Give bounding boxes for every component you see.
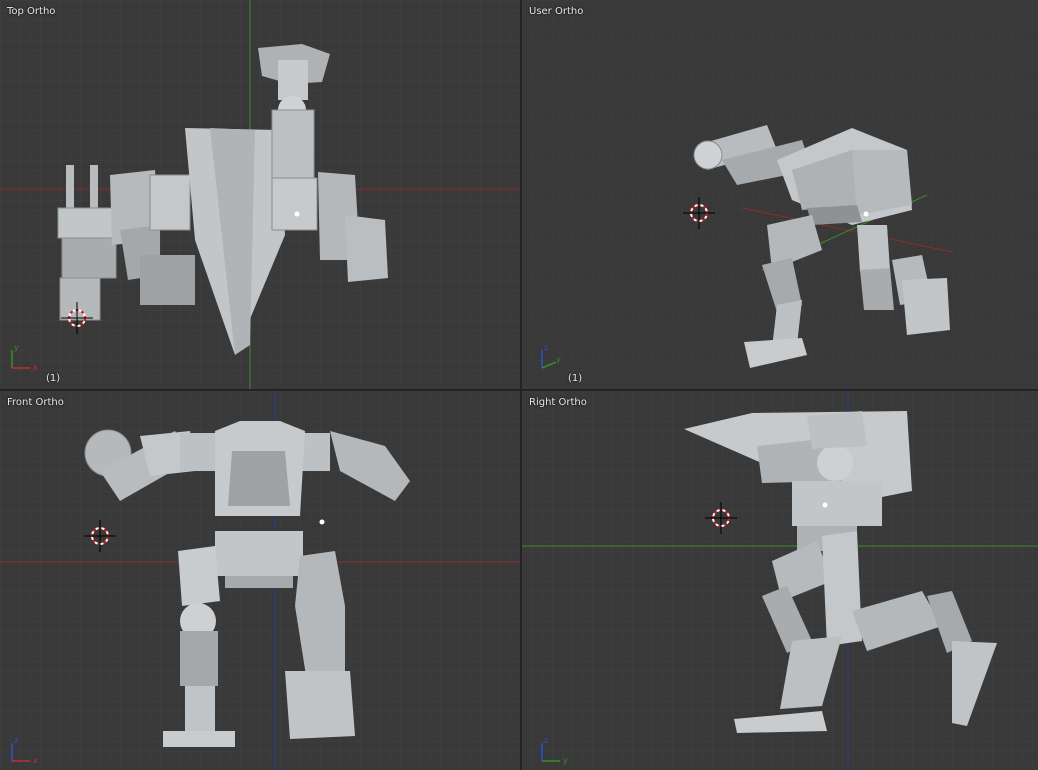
object-origin bbox=[822, 502, 828, 508]
viewport-top-ortho[interactable]: y x Top Ortho (1) bbox=[0, 0, 520, 389]
quad-viewport: y x Top Ortho (1) z y User Ortho (1) z x… bbox=[0, 0, 1038, 770]
object-origin bbox=[863, 211, 869, 217]
svg-text:z: z bbox=[14, 736, 18, 745]
viewport-front-ortho[interactable]: z x Front Ortho bbox=[0, 391, 520, 770]
viewport-user-ortho[interactable]: z y User Ortho (1) bbox=[522, 0, 1038, 389]
frame-number: (1) bbox=[568, 373, 583, 384]
svg-text:z: z bbox=[544, 343, 548, 352]
viewport-label: Right Ortho bbox=[529, 397, 587, 408]
svg-text:y: y bbox=[563, 756, 568, 765]
svg-text:x: x bbox=[33, 756, 38, 765]
front-ortho-scene: z x bbox=[0, 391, 520, 770]
svg-text:y: y bbox=[556, 355, 561, 364]
top-ortho-scene: y x bbox=[0, 0, 520, 389]
right-ortho-scene: z y bbox=[522, 391, 1038, 770]
viewport-label: Top Ortho bbox=[7, 6, 56, 17]
viewport-divider-horizontal[interactable] bbox=[0, 389, 1038, 391]
svg-text:z: z bbox=[544, 736, 548, 745]
frame-number: (1) bbox=[46, 373, 61, 384]
user-ortho-scene: z y bbox=[522, 0, 1038, 389]
viewport-right-ortho[interactable]: z y Right Ortho bbox=[522, 391, 1038, 770]
svg-text:y: y bbox=[14, 343, 19, 352]
object-origin bbox=[319, 519, 325, 525]
viewport-label: Front Ortho bbox=[7, 397, 64, 408]
viewport-label: User Ortho bbox=[529, 6, 584, 17]
svg-text:x: x bbox=[33, 363, 38, 372]
viewport-divider-vertical[interactable] bbox=[520, 0, 522, 770]
object-origin bbox=[294, 211, 300, 217]
